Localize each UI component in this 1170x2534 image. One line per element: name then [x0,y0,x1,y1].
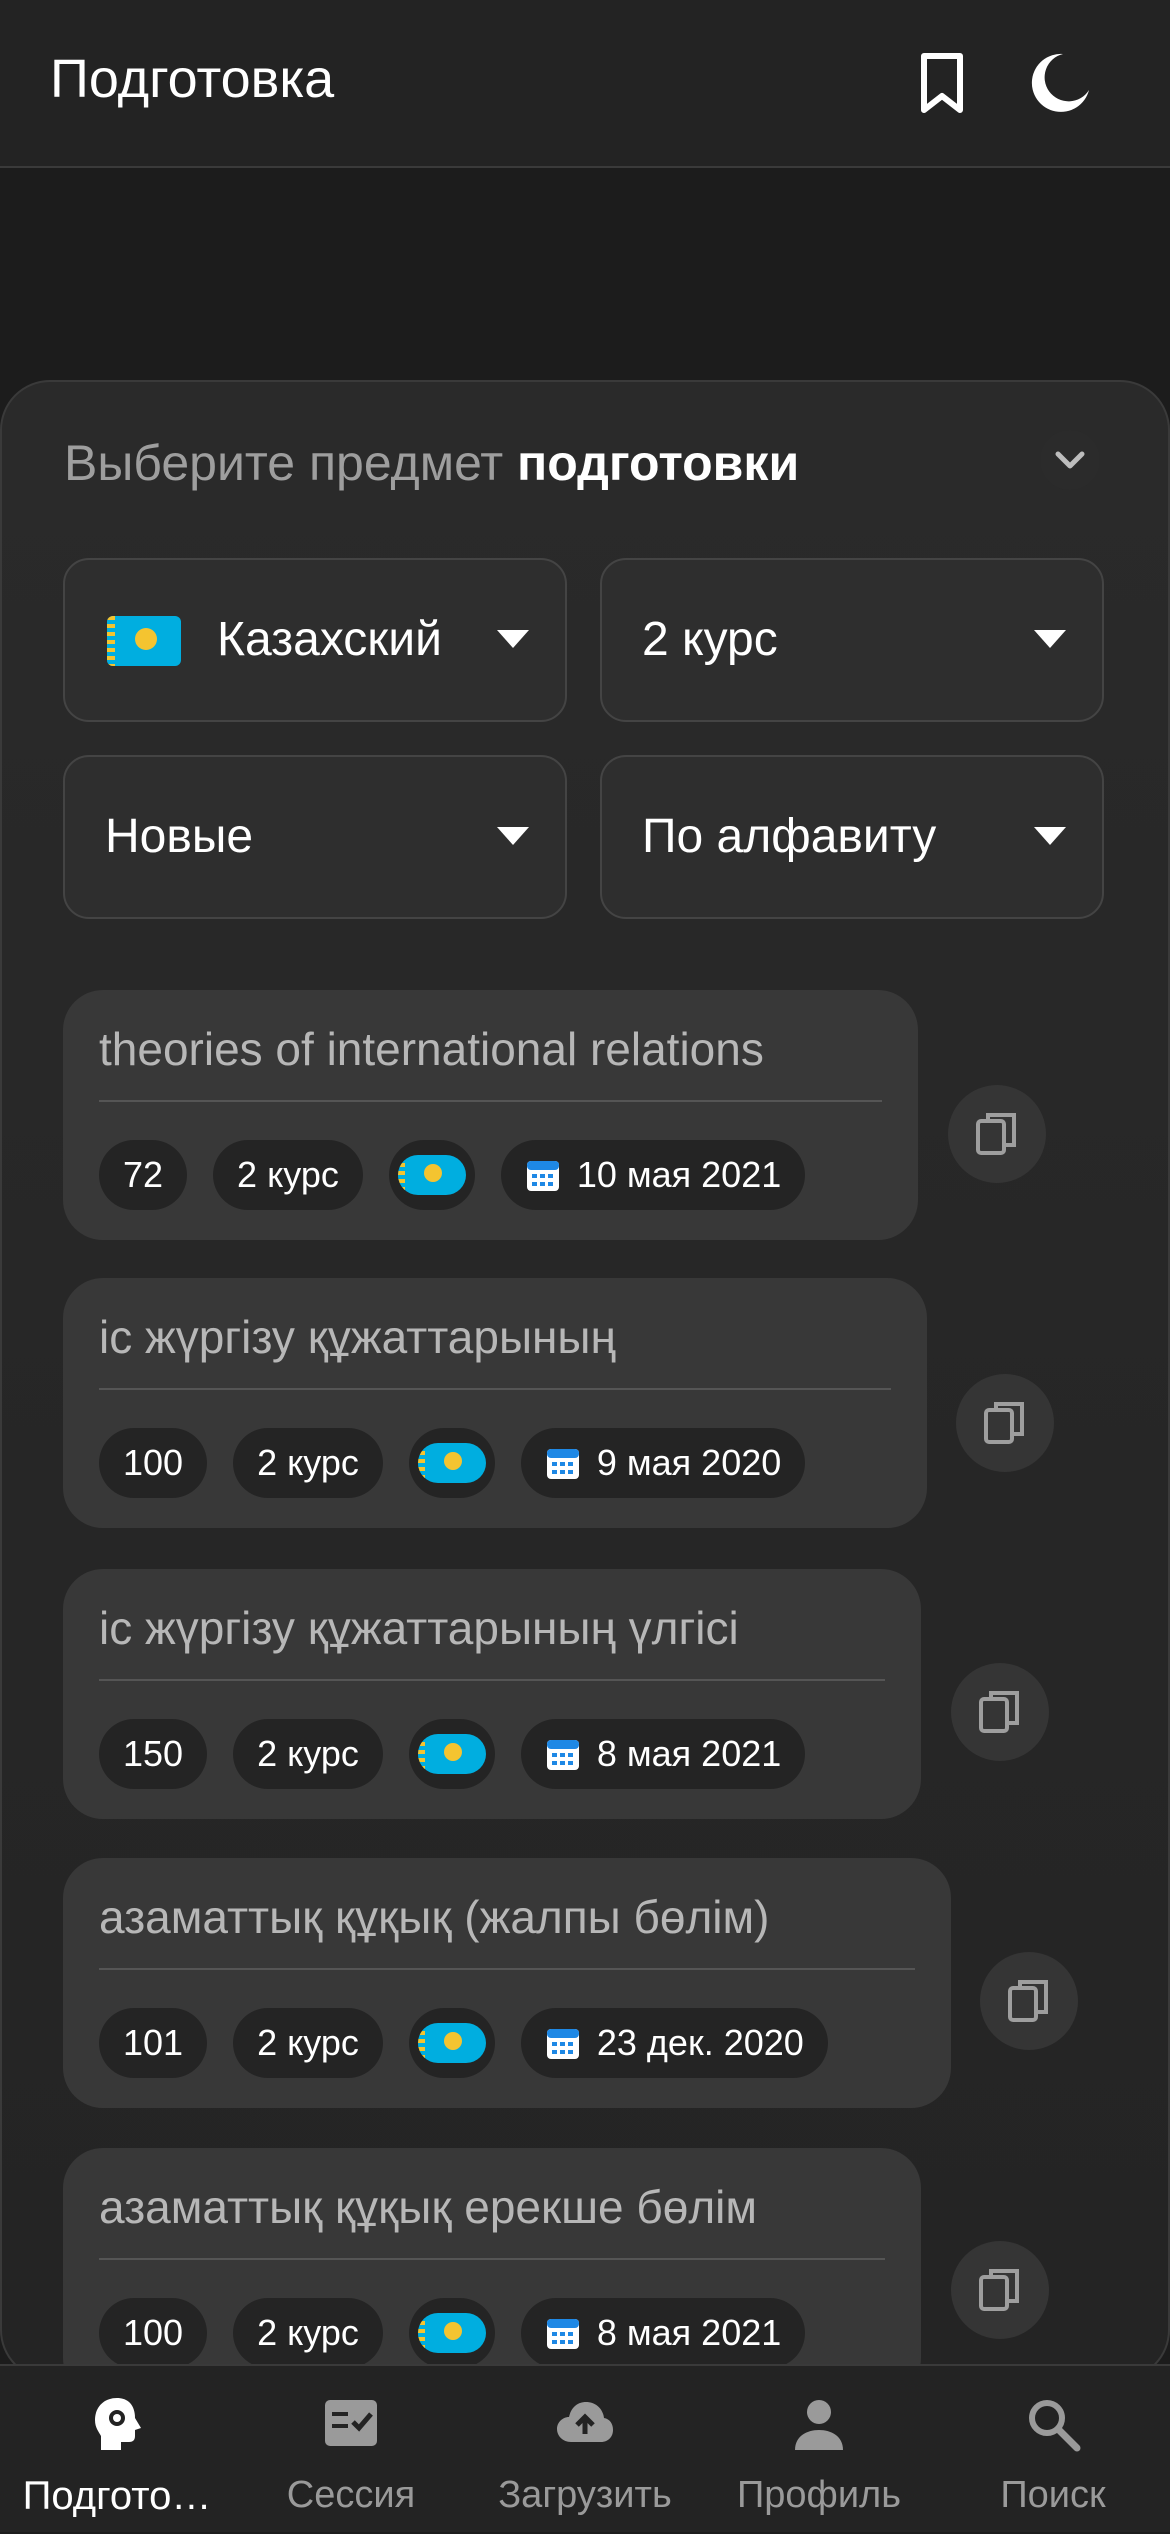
kazakhstan-flag-icon [417,1734,486,1774]
divider [99,1100,882,1102]
subject-card[interactable]: азаматтық құқық ерекше бөлім 100 2 курс … [63,2148,921,2398]
calendar-icon [546,1740,579,1770]
copy-button[interactable] [956,1374,1054,1472]
checklist-icon [325,2400,377,2446]
copy-icon [979,2269,1019,2311]
dropdown-caret-icon [1034,827,1066,845]
nav-item-preparation[interactable]: Подгото… [0,2366,234,2534]
divider [99,1679,885,1681]
copy-icon [979,1691,1019,1733]
nav-label: Загрузить [498,2474,672,2516]
question-count-chip: 100 [99,2298,208,2368]
language-chip [408,2008,495,2078]
question-count-chip: 101 [99,2008,208,2078]
sort-select-value: По алфавиту [642,810,937,863]
chevron-down-icon[interactable] [1040,430,1100,490]
date-chip: 8 мая 2021 [520,2298,806,2368]
status-select-value: Новые [105,810,254,863]
course-chip: 2 курс [233,1719,383,1789]
copy-button[interactable] [951,1663,1049,1761]
language-chip [408,1428,495,1498]
subject-card[interactable]: іс жүргізу құжаттарының 100 2 курс 9 мая… [63,1278,927,1528]
calendar-icon [546,2029,579,2059]
person-icon [795,2400,843,2450]
date-text: 9 мая 2020 [596,1442,782,1483]
copy-icon [1008,1980,1048,2022]
sort-select[interactable]: По алфавиту [600,755,1104,919]
cloud-upload-icon [557,2402,613,2442]
copy-button[interactable] [951,2241,1049,2339]
nav-label: Сессия [286,2474,416,2516]
nav-label: Поиск [1000,2474,1106,2516]
subject-title: азаматтық құқық (жалпы бөлім) [99,1891,770,1943]
nav-item-search[interactable]: Поиск [936,2366,1170,2534]
date-text: 8 мая 2021 [596,2312,782,2353]
dropdown-caret-icon [497,827,529,845]
course-chip: 2 курс [213,1140,363,1210]
calendar-icon [526,1161,559,1191]
language-chip [388,1140,475,1210]
search-icon [1029,2400,1081,2452]
nav-item-upload[interactable]: Загрузить [468,2366,702,2534]
divider [99,1968,915,1970]
dropdown-caret-icon [497,630,529,648]
date-chip: 10 мая 2021 [500,1140,806,1210]
kazakhstan-flag-icon [397,1155,466,1195]
subject-card[interactable]: theories of international relations 72 2… [63,990,918,1240]
date-text: 8 мая 2021 [596,1733,782,1774]
nav-item-profile[interactable]: Профиль [702,2366,936,2534]
nav-item-session[interactable]: Сессия [234,2366,468,2534]
kazakhstan-flag-icon [417,2023,486,2063]
bottom-navigation: Подгото… Сессия Загрузить Профиль Поиск [0,2364,1170,2532]
status-select[interactable]: Новые [63,755,567,919]
copy-button[interactable] [948,1085,1046,1183]
divider [99,1388,891,1390]
question-count-chip: 150 [99,1719,208,1789]
question-count-chip: 100 [99,1428,208,1498]
divider [99,2258,885,2260]
brain-head-icon [95,2398,141,2450]
subject-title: theories of international relations [99,1023,764,1075]
subject-title: азаматтық құқық ерекше бөлім [99,2181,758,2233]
date-chip: 23 дек. 2020 [520,2008,828,2078]
copy-icon [976,1113,1016,1155]
kazakhstan-flag-icon [417,2313,486,2353]
kazakhstan-flag-icon [417,1443,486,1483]
language-select[interactable]: Казахский [63,558,567,722]
language-select-value: Казахский [217,613,442,666]
language-chip [408,1719,495,1789]
subject-title: іс жүргізу құжаттарының [99,1311,616,1363]
calendar-icon [546,2319,579,2349]
copy-icon [984,1402,1024,1444]
subject-card[interactable]: азаматтық құқық (жалпы бөлім) 101 2 курс… [63,1858,951,2108]
dropdown-caret-icon [1034,630,1066,648]
date-chip: 8 мая 2021 [520,1719,806,1789]
course-chip: 2 курс [233,2008,383,2078]
course-chip: 2 курс [233,2298,383,2368]
subject-title: іс жүргізу құжаттарының үлгісі [99,1602,739,1654]
course-select-value: 2 курс [642,613,778,666]
date-text: 10 мая 2021 [576,1154,782,1195]
nav-label: Профиль [736,2474,902,2516]
copy-button[interactable] [980,1952,1078,2050]
course-chip: 2 курс [233,1428,383,1498]
question-count-chip: 72 [99,1140,188,1210]
panel-heading: Выберите предмет подготовки [64,435,800,491]
date-text: 23 дек. 2020 [596,2022,804,2063]
moon-icon[interactable] [1025,48,1095,118]
nav-label: Подгото… [22,2474,212,2518]
bookmark-icon[interactable] [907,48,977,118]
language-chip [408,2298,495,2368]
page-title: Подготовка [50,49,335,109]
kazakhstan-flag-icon [107,616,181,666]
course-select[interactable]: 2 курс [600,558,1104,722]
app-bar: Подготовка [0,0,1170,168]
date-chip: 9 мая 2020 [520,1428,806,1498]
calendar-icon [546,1449,579,1479]
subject-card[interactable]: іс жүргізу құжаттарының үлгісі 150 2 кур… [63,1569,921,1819]
